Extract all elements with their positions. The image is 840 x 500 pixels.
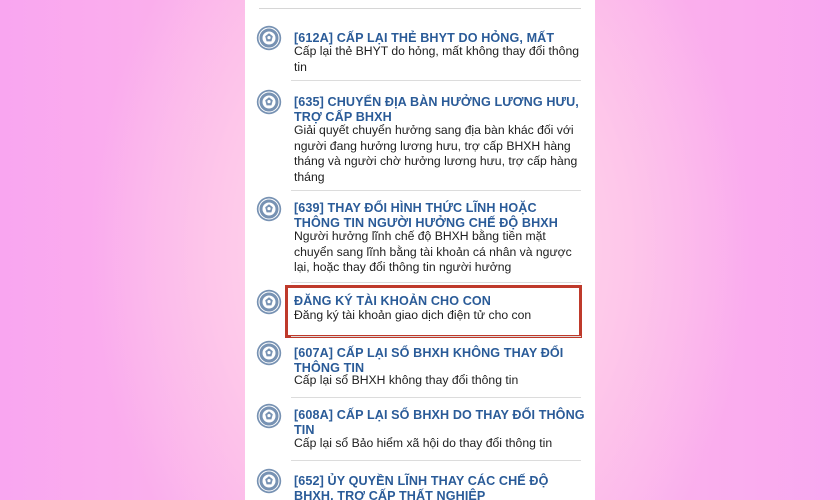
divider <box>291 190 581 191</box>
service-description: Giải quyết chuyển hưởng sang địa bàn khá… <box>294 123 578 184</box>
divider <box>291 282 581 283</box>
divider <box>291 397 581 398</box>
service-title: [652] ỦY QUYỀN LĨNH THAY CÁC CHẾ ĐỘ BHXH… <box>294 474 549 500</box>
service-list-screen: [612A] CẤP LẠI THẺ BHYT DO HỎNG, MẤT Cấp… <box>245 0 595 500</box>
bhxh-logo-icon <box>256 89 282 115</box>
bhxh-logo-icon <box>256 340 282 366</box>
bhxh-logo-icon <box>256 196 282 222</box>
service-description: Cấp lại sổ BHXH không thay đổi thông tin <box>294 373 519 387</box>
bhxh-logo-icon <box>256 403 282 429</box>
divider <box>291 336 581 337</box>
service-title: [635] CHUYỂN ĐỊA BÀN HƯỞNG LƯƠNG HƯU, TR… <box>294 95 579 124</box>
service-title: [608A] CẤP LẠI SỔ BHXH DO THAY ĐỔI THÔNG… <box>294 408 585 437</box>
highlight-box <box>285 285 582 338</box>
divider <box>291 460 581 461</box>
service-description: Cấp lại thẻ BHYT do hỏng, mất không thay… <box>294 44 580 74</box>
bhxh-logo-icon <box>256 289 282 315</box>
service-description: Cấp lại sổ Bảo hiểm xã hội do thay đổi t… <box>294 436 553 450</box>
service-description: Người hưởng lĩnh chế độ BHXH bằng tiền m… <box>294 229 572 274</box>
divider <box>291 80 581 81</box>
bhxh-logo-icon <box>256 25 282 51</box>
service-title: [607A] CẤP LẠI SỔ BHXH KHÔNG THAY ĐỔI TH… <box>294 346 564 375</box>
divider <box>259 8 581 9</box>
bhxh-logo-icon <box>256 468 282 494</box>
service-title: [639] THAY ĐỔI HÌNH THỨC LĨNH HOẶC THÔNG… <box>294 201 558 230</box>
